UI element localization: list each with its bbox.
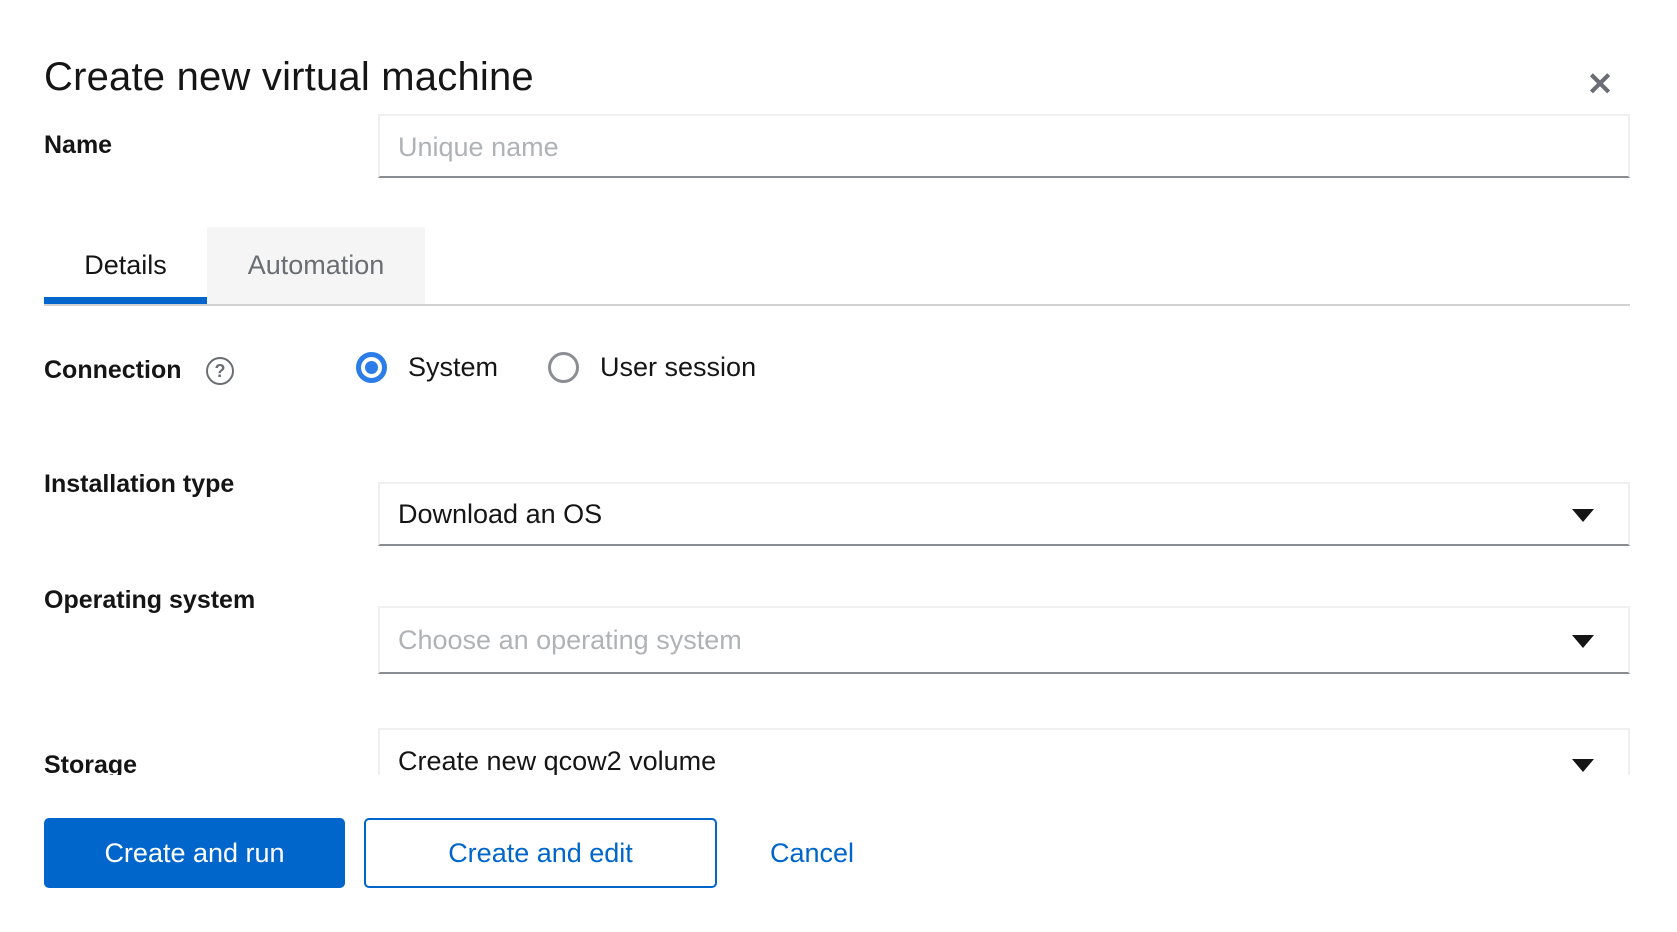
radio-user-session[interactable]: User session [548,352,756,383]
chevron-down-icon [1572,759,1594,772]
storage-select[interactable]: Create new qcow2 volume [378,728,1630,775]
name-input[interactable] [378,114,1630,178]
connection-radio-group: System User session [356,352,756,383]
tab-details-label: Details [84,250,167,281]
cancel-button[interactable]: Cancel [742,818,882,888]
tab-automation-label: Automation [248,250,385,281]
installation-type-value: Download an OS [398,499,602,530]
installation-type-select[interactable]: Download an OS [378,482,1630,546]
radio-user-session-control[interactable] [548,352,579,383]
operating-system-placeholder: Choose an operating system [398,625,742,656]
radio-system[interactable]: System [356,352,498,383]
chevron-down-icon [1572,509,1594,522]
radio-system-control[interactable] [356,352,387,383]
help-question-icon[interactable]: ? [206,357,234,385]
create-and-run-button[interactable]: Create and run [44,818,345,888]
tab-details[interactable]: Details [44,227,207,304]
dialog-title: Create new virtual machine [44,55,534,100]
tab-automation[interactable]: Automation [207,227,425,304]
connection-label: Connection [44,356,182,385]
radio-selected-dot [365,361,378,374]
operating-system-label: Operating system [44,586,255,615]
installation-type-label: Installation type [44,470,234,499]
tab-active-indicator [44,297,207,304]
storage-label: Storage [44,751,137,775]
operating-system-select[interactable]: Choose an operating system [378,606,1630,674]
radio-user-session-label: User session [600,352,756,383]
create-and-edit-button[interactable]: Create and edit [364,818,717,888]
storage-value: Create new qcow2 volume [398,746,716,776]
create-vm-dialog-body: Create new virtual machine ✕ Name Detail… [0,0,1677,775]
close-icon[interactable]: ✕ [1578,62,1622,106]
radio-system-label: System [408,352,498,383]
tabs-divider [44,304,1630,306]
name-label: Name [44,131,112,160]
chevron-down-icon [1572,635,1594,648]
